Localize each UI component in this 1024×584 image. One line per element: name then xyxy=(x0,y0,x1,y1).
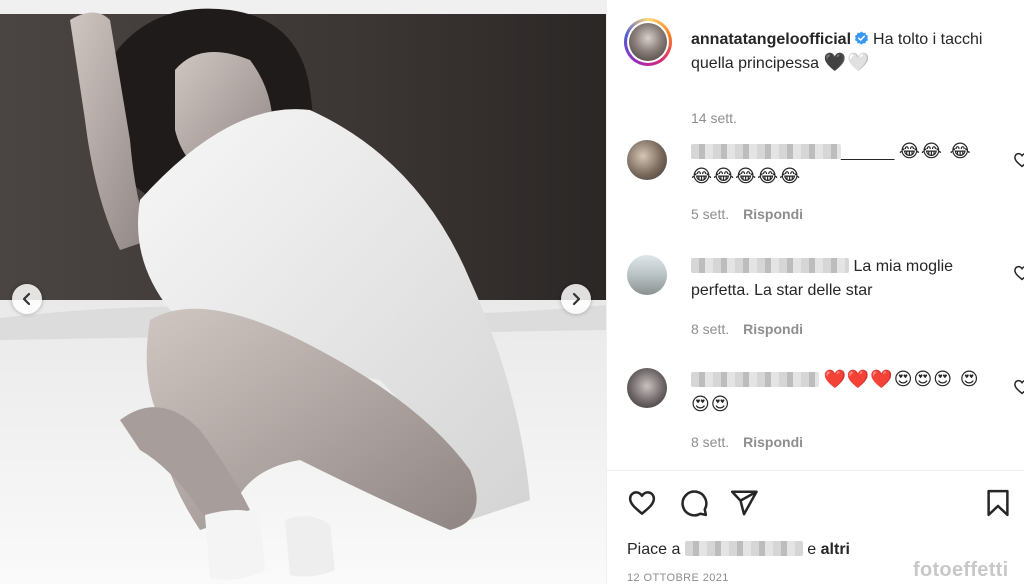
reply-button[interactable]: Rispondi xyxy=(743,206,803,222)
paper-plane-icon[interactable] xyxy=(729,488,759,518)
commenter-avatar[interactable] xyxy=(627,368,667,408)
reply-button[interactable]: Rispondi xyxy=(743,321,803,337)
likes-suffix: e xyxy=(807,541,817,558)
post-date[interactable]: 12 OTTOBRE 2021 xyxy=(627,572,729,584)
likes-prefix: Piace a xyxy=(627,541,681,558)
commenter-avatar[interactable] xyxy=(627,140,667,180)
photo-illustration xyxy=(0,0,606,584)
bookmark-icon[interactable] xyxy=(983,488,1013,518)
post-photo xyxy=(0,0,606,584)
comment-like-heart-icon[interactable] xyxy=(1013,264,1024,282)
caption-text: annatatangeloofficial Ha tolto i tacchi … xyxy=(691,28,1021,75)
author-avatar[interactable] xyxy=(624,18,672,66)
actions-divider xyxy=(607,470,1024,471)
watermark: fotoeffetti xyxy=(913,559,1009,581)
comment-meta: 8 sett. Rispondi xyxy=(691,321,803,337)
comment-text: ❤️❤️❤️😍😍😍 😍😍😍 xyxy=(691,368,991,418)
comment-icon[interactable] xyxy=(679,488,709,518)
comment-body: ______ xyxy=(841,144,895,161)
comment-timestamp[interactable]: 8 sett. xyxy=(691,321,729,337)
comment-timestamp[interactable]: 8 sett. xyxy=(691,434,729,450)
caption-timestamp[interactable]: 14 sett. xyxy=(691,110,737,126)
next-photo-button[interactable] xyxy=(561,284,591,314)
like-heart-icon[interactable] xyxy=(627,488,657,518)
post-side-panel: annatatangeloofficial Ha tolto i tacchi … xyxy=(606,0,1024,584)
reply-button[interactable]: Rispondi xyxy=(743,434,803,450)
liker-username-blurred[interactable] xyxy=(684,541,803,556)
comment-like-heart-icon[interactable] xyxy=(1013,151,1024,169)
author-username[interactable]: annatatangeloofficial xyxy=(691,31,851,48)
commenter-username-blurred[interactable] xyxy=(691,372,819,387)
comment-timestamp[interactable]: 5 sett. xyxy=(691,206,729,222)
caption-emoji: 🖤🤍 xyxy=(823,52,871,73)
commenter-username-blurred[interactable] xyxy=(691,258,849,273)
likes-summary: Piace a e altri xyxy=(627,541,850,559)
comment-meta: 8 sett. Rispondi xyxy=(691,434,803,450)
chevron-left-icon xyxy=(22,292,31,306)
comment-text: ______ 😂😂 😂😂😂😂😂😂 xyxy=(691,140,991,190)
comment-meta: 5 sett. Rispondi xyxy=(691,206,803,222)
chevron-right-icon xyxy=(572,292,581,306)
commenter-username-blurred[interactable] xyxy=(691,144,841,159)
previous-photo-button[interactable] xyxy=(12,284,42,314)
comment-text: La mia moglie perfetta. La star delle st… xyxy=(691,255,991,303)
likes-others-link[interactable]: altri xyxy=(821,541,850,558)
comment-like-heart-icon[interactable] xyxy=(1013,378,1024,396)
verified-badge-icon xyxy=(854,31,869,45)
commenter-avatar[interactable] xyxy=(627,255,667,295)
avatar-image xyxy=(629,23,667,61)
